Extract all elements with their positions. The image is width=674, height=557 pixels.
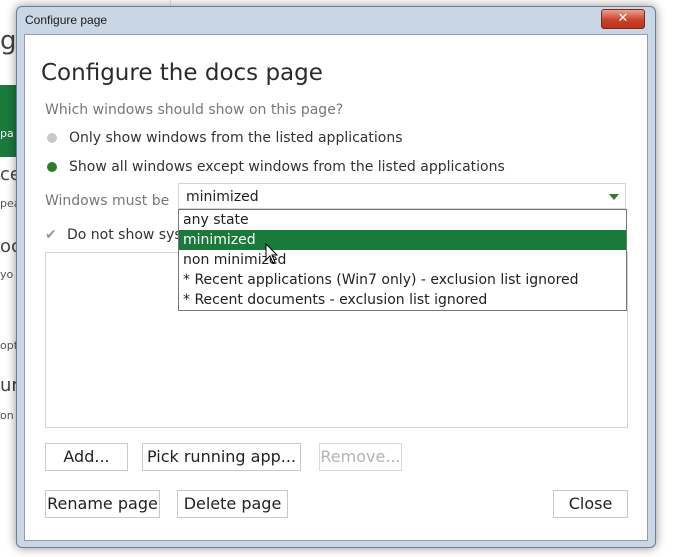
dropdown-option[interactable]: * Recent documents - exclusion list igno… bbox=[179, 290, 626, 310]
add-button[interactable]: Add... bbox=[45, 443, 128, 471]
hide-system-checkbox[interactable]: ✔ Do not show syste bbox=[45, 227, 196, 243]
windows-state-label: Windows must be bbox=[45, 193, 170, 209]
page-title: Configure the docs page bbox=[41, 60, 323, 86]
dropdown-option[interactable]: any state bbox=[179, 210, 626, 230]
checkmark-icon: ✔ bbox=[45, 227, 57, 243]
configure-page-dialog: Configure page ✕ Configure the docs page… bbox=[16, 6, 656, 548]
windows-state-select[interactable]: minimized bbox=[178, 183, 626, 209]
dropdown-option[interactable]: * Recent applications (Win7 only) - excl… bbox=[179, 270, 626, 290]
remove-button[interactable]: Remove... bbox=[319, 443, 402, 471]
close-icon: ✕ bbox=[617, 11, 629, 26]
windows-state-dropdown: any state minimized non minimized * Rece… bbox=[178, 209, 627, 311]
background-text: yo bbox=[0, 268, 14, 281]
window-title: Configure page bbox=[25, 13, 108, 27]
windows-question: Which windows should show on this page? bbox=[45, 102, 344, 118]
close-button[interactable]: Close bbox=[553, 490, 628, 518]
radio-unselected-icon bbox=[47, 133, 57, 143]
radio-selected-icon bbox=[47, 162, 57, 172]
window-close-button[interactable]: ✕ bbox=[601, 9, 645, 29]
radio-all-except-listed[interactable]: Show all windows except windows from the… bbox=[47, 159, 505, 175]
delete-page-button[interactable]: Delete page bbox=[177, 490, 288, 518]
select-value: minimized bbox=[186, 189, 259, 205]
dropdown-option-selected[interactable]: minimized bbox=[179, 230, 626, 250]
mouse-cursor-icon bbox=[265, 243, 279, 264]
title-bar[interactable]: Configure page ✕ bbox=[17, 7, 655, 33]
chevron-down-icon bbox=[609, 194, 619, 200]
radio-only-listed[interactable]: Only show windows from the listed applic… bbox=[47, 130, 403, 146]
dialog-content: Configure the docs page Which windows sh… bbox=[24, 34, 648, 541]
pick-running-app-button[interactable]: Pick running app... bbox=[142, 443, 301, 471]
dropdown-option[interactable]: non minimized bbox=[179, 250, 626, 270]
background-text: on bbox=[0, 409, 14, 422]
radio-label: Only show windows from the listed applic… bbox=[69, 130, 403, 146]
checkbox-label: Do not show syste bbox=[67, 227, 196, 243]
radio-label: Show all windows except windows from the… bbox=[69, 159, 505, 175]
background-text: pa bbox=[0, 127, 14, 140]
rename-page-button[interactable]: Rename page bbox=[45, 490, 160, 518]
